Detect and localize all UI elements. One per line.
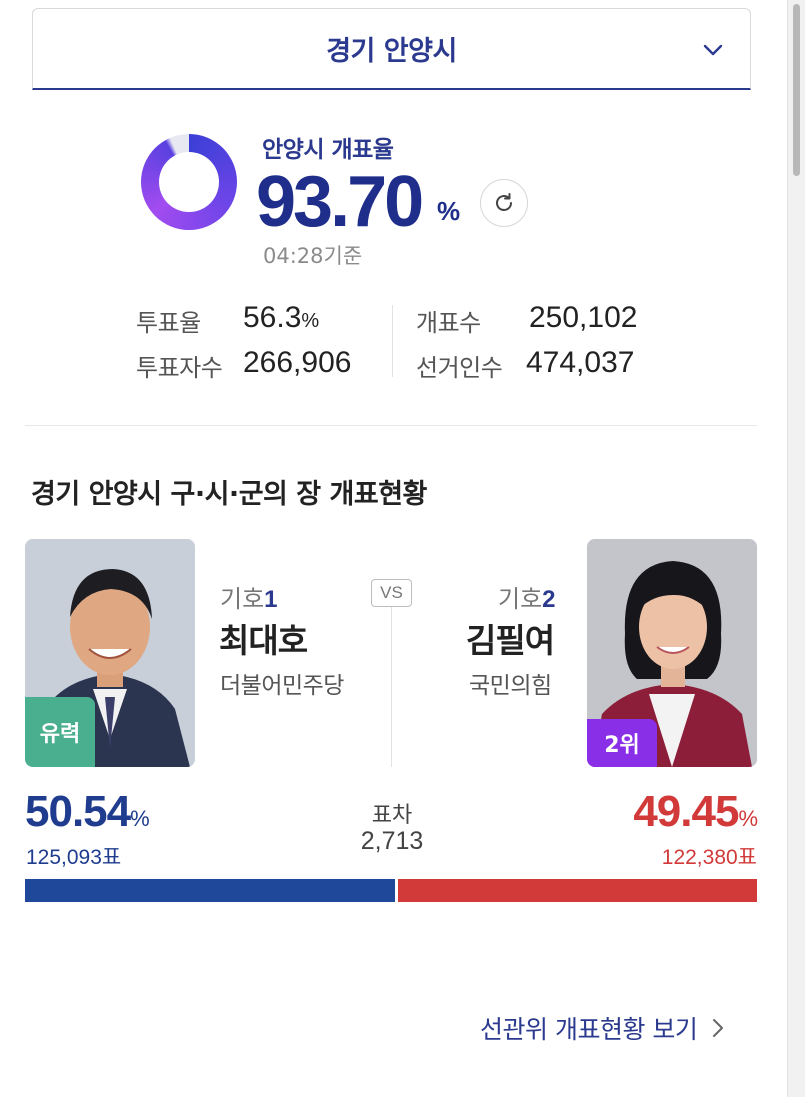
rank-badge: 2위 bbox=[587, 719, 657, 767]
candidate-1-name: 최대호 bbox=[219, 621, 308, 660]
turnout-value: 56.3% bbox=[243, 301, 320, 334]
candidate-2-number: 기호2 bbox=[498, 585, 556, 613]
margin-label: 표차 bbox=[371, 803, 413, 828]
region-dropdown[interactable]: 경기 안양시 bbox=[32, 8, 751, 90]
scrollbar-thumb[interactable] bbox=[793, 4, 800, 176]
count-rate-label: 안양시 개표율 bbox=[262, 137, 394, 163]
count-rate-value: 93.70 bbox=[256, 162, 424, 242]
candidate-1-party: 더불어민주당 bbox=[220, 673, 344, 699]
updated-time: 04:28기준 bbox=[263, 244, 363, 268]
scrollbar[interactable] bbox=[787, 0, 805, 1097]
candidate-2-share-bar bbox=[397, 879, 757, 902]
chevron-right-icon bbox=[713, 1019, 724, 1037]
voters-label: 투표자수 bbox=[136, 354, 223, 382]
refresh-icon bbox=[496, 193, 512, 211]
candidate-2-name: 김필여 bbox=[466, 621, 555, 660]
nec-results-link-label: 선관위 개표현황 보기 bbox=[480, 1015, 698, 1044]
turnout-label: 투표율 bbox=[136, 309, 201, 337]
nec-results-link[interactable]: 선관위 개표현황 보기 bbox=[480, 1010, 725, 1046]
candidate-2-votes: 122,380표 bbox=[661, 846, 757, 869]
count-rate-unit: % bbox=[437, 196, 461, 226]
vote-share-bar bbox=[25, 879, 757, 902]
counted-label: 개표수 bbox=[416, 309, 481, 337]
counted-value: 250,102 bbox=[529, 301, 638, 334]
candidate-1-number: 기호1 bbox=[220, 585, 278, 613]
candidates-divider bbox=[391, 607, 392, 767]
chevron-down-icon bbox=[703, 44, 723, 56]
region-name: 경기 안양시 bbox=[326, 36, 457, 67]
margin-value: 2,713 bbox=[360, 827, 424, 855]
candidate-1-votes: 125,093표 bbox=[26, 846, 122, 869]
candidate-2-percent: 49.45% bbox=[633, 787, 758, 836]
candidate-1-percent: 50.54% bbox=[25, 787, 150, 836]
vs-badge: VS bbox=[371, 579, 412, 607]
section-divider bbox=[25, 425, 757, 426]
electorate-label: 선거인수 bbox=[416, 354, 503, 382]
section-title: 경기 안양시 구·시·군의 장 개표현황 bbox=[31, 479, 427, 510]
stats-divider bbox=[392, 305, 393, 377]
voters-value: 266,906 bbox=[243, 346, 352, 379]
leading-badge: 유력 bbox=[25, 697, 95, 767]
refresh-button[interactable] bbox=[480, 179, 528, 227]
candidate-2-party: 국민의힘 bbox=[469, 673, 552, 699]
candidate-1-share-bar bbox=[25, 879, 395, 902]
electorate-value: 474,037 bbox=[526, 346, 635, 379]
count-progress-ring bbox=[141, 134, 237, 230]
